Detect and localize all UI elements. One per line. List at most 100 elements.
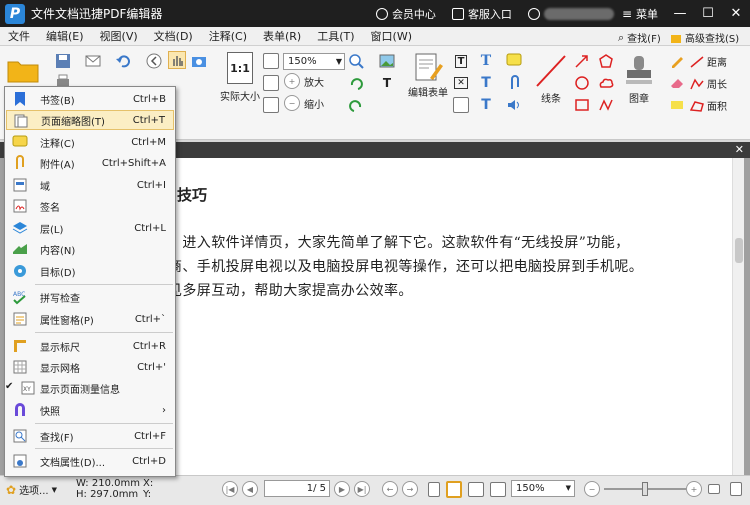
fullscreen-icon[interactable] [730,482,742,496]
undo-icon[interactable] [114,52,132,70]
menu-item-comments[interactable]: 注释(C) Ctrl+M [6,132,174,152]
save-icon[interactable] [54,52,72,70]
menu-item-fields[interactable]: 域 Ctrl+I [6,175,174,195]
zoom-out-button[interactable]: − 缩小 [284,95,324,111]
advanced-find-button[interactable]: 高级查找(S) [670,30,739,45]
sound-icon[interactable] [505,96,523,114]
image-tool-icon[interactable] [378,52,396,70]
go-back-icon[interactable]: ← [382,481,398,497]
polyline-icon[interactable] [597,96,615,114]
close-button[interactable]: ✕ [722,0,750,27]
previous-page-icon[interactable]: ◀ [242,481,258,497]
menu-edit[interactable]: 编辑(E) [38,28,92,44]
edit-form-icon [415,53,443,81]
menu-item-show-measure-info[interactable]: ✔ XY 显示页面测量信息 [5,378,174,398]
minimize-button[interactable]: — [666,0,694,27]
vertical-scrollbar[interactable] [732,158,744,475]
attach-file-icon[interactable] [505,74,523,92]
menu-file[interactable]: 文件 [0,28,38,44]
pencil-icon[interactable] [668,52,686,70]
stamp-button[interactable]: 图章 [622,52,656,105]
line-button[interactable]: 线条 [533,52,569,105]
go-forward-icon[interactable]: → [402,481,418,497]
area-button[interactable]: 面积 [690,98,727,113]
textbox-icon[interactable]: T [477,74,495,92]
distance-button[interactable]: 距离 [690,54,727,69]
perimeter-button[interactable]: 周长 [690,76,727,91]
find-button[interactable]: ⌕ 查找(F) [618,30,661,46]
rotate-right-icon[interactable] [347,74,365,92]
actual-size-button[interactable]: 1:1 实际大小 [220,52,260,103]
continuous-facing-icon[interactable] [490,482,506,497]
rotate-left-icon[interactable] [347,96,365,114]
polygon-icon[interactable] [597,52,615,70]
zoom-out-icon[interactable]: − [584,481,600,497]
scrollbar-thumb[interactable] [735,238,743,263]
eraser-icon[interactable] [668,74,686,92]
zoom-slider-handle[interactable] [642,482,648,496]
menu-window[interactable]: 窗口(W) [363,28,420,44]
status-zoom-select[interactable]: 150% ▼ [511,480,575,497]
arrow-icon[interactable] [573,52,591,70]
menu-item-properties-pane[interactable]: 属性窗格(P) Ctrl+` [6,309,174,329]
menu-item-snapshot[interactable]: 快照 › [6,400,174,420]
first-page-icon[interactable]: |◀ [222,481,238,497]
cloud-icon[interactable] [597,74,615,92]
menu-item-show-ruler[interactable]: 显示标尺 Ctrl+R [6,336,174,356]
add-text-icon[interactable]: T [378,74,396,92]
menu-item-destinations[interactable]: 目标(D) [6,261,174,281]
menu-item-document-properties[interactable]: 文档属性(D)... Ctrl+D [6,451,174,471]
page-size-info: W: 210.0mm H: 297.0mm [76,478,140,500]
menu-item-signatures[interactable]: 签名 [6,196,174,216]
continuous-page-icon[interactable] [446,481,462,498]
menu-document[interactable]: 文档(D) [146,28,201,44]
oval-icon[interactable] [573,74,591,92]
zoom-in-button[interactable]: + 放大 [284,73,324,89]
back-icon[interactable] [145,52,163,70]
snapshot-camera-icon[interactable] [190,52,208,70]
menu-item-bookmarks[interactable]: 书签(B) Ctrl+B [6,89,174,109]
menu-item-spellcheck[interactable]: ABC 拼写检查 [6,287,174,307]
email-icon[interactable] [84,52,102,70]
typewriter-icon[interactable]: T [477,52,495,70]
highlight-area-icon[interactable] [668,96,686,114]
fit-window-icon[interactable] [708,484,720,494]
text-field-icon[interactable]: T [452,52,470,70]
user-icon[interactable] [527,7,540,20]
facing-pages-icon[interactable] [468,482,484,497]
fit-visible-icon[interactable] [262,96,280,114]
note-icon[interactable] [505,52,523,70]
edit-form-button[interactable]: 编辑表单 [408,52,448,99]
menu-item-show-grid[interactable]: 显示网格 Ctrl+' [6,357,174,377]
checkbox-field-icon[interactable]: ✕ [452,74,470,92]
menu-item-find[interactable]: 查找(F) Ctrl+F [6,426,174,446]
single-page-icon[interactable] [428,482,440,497]
menu-item-content[interactable]: 内容(N) [6,239,174,259]
menu-tools[interactable]: 工具(T) [309,28,362,44]
menu-view[interactable]: 视图(V) [92,28,146,44]
zoom-select[interactable]: 150% ▼ [283,53,345,70]
next-page-icon[interactable]: ▶ [334,481,350,497]
menu-item-attachments[interactable]: 附件(A) Ctrl+Shift+A [6,153,174,173]
last-page-icon[interactable]: ▶| [354,481,370,497]
open-button[interactable] [6,54,40,84]
options-button[interactable]: ✿ 选项... ▼ [6,482,57,498]
maximize-button[interactable]: ☐ [694,0,722,27]
menu-item-layers[interactable]: 层(L) Ctrl+L [6,218,174,238]
member-center-button[interactable]: 会员中心 [375,6,436,22]
rectangle-icon[interactable] [573,96,591,114]
zoom-in-icon[interactable]: + [686,481,702,497]
menu-item-page-thumbnails[interactable]: 页面缩略图(T) Ctrl+T [6,110,174,130]
support-button[interactable]: 客服入口 [451,6,512,22]
callout-icon[interactable]: T [477,96,495,114]
hand-tool-icon[interactable] [168,51,186,69]
list-field-icon[interactable] [452,96,470,114]
menu-button[interactable]: ≡ 菜单 [622,6,658,22]
close-tab-icon[interactable]: ✕ [735,143,744,156]
zoom-tool-icon[interactable] [347,52,365,70]
fit-page-icon[interactable] [262,52,280,70]
page-number-input[interactable]: 1/ 5 [264,480,330,497]
fit-width-icon[interactable] [262,74,280,92]
menu-form[interactable]: 表单(R) [255,28,309,44]
menu-comment[interactable]: 注释(C) [201,28,255,44]
